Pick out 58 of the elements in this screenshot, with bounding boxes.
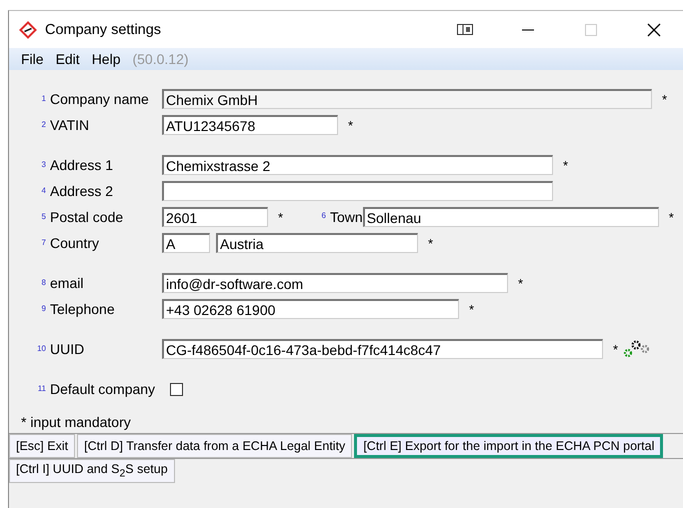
maximize-icon	[584, 24, 596, 36]
field-number: 1	[40, 94, 46, 103]
field-label: Address 1	[50, 157, 114, 173]
input-field[interactable]: Chemixstrasse 2	[162, 155, 553, 175]
close-icon[interactable]	[646, 22, 660, 36]
field-label: UUID	[50, 341, 84, 357]
input-field[interactable]: Austria	[216, 233, 418, 253]
mandatory-mark: *	[428, 236, 434, 250]
mandatory-mark: *	[348, 118, 354, 132]
minimize-icon[interactable]	[522, 28, 534, 30]
mandatory-note: * input mandatory	[20, 414, 132, 430]
field-label: Address 2	[50, 183, 114, 199]
snap-icon[interactable]	[456, 24, 472, 35]
field-label: Company name	[50, 91, 149, 107]
menu-item[interactable]: File	[15, 51, 50, 67]
field-number: 4	[40, 186, 46, 195]
input-field[interactable]: CG-f486504f-0c16-473a-bebd-f7fc414c8c47	[162, 339, 603, 359]
field-number: 9	[40, 304, 46, 313]
field-label: VATIN	[50, 117, 90, 133]
field-number: 3	[40, 160, 46, 169]
mandatory-mark: *	[662, 92, 668, 106]
input-field[interactable]: 2601	[162, 207, 268, 227]
input-field[interactable]: Sollenau	[362, 207, 659, 227]
field-label: Postal code	[50, 209, 124, 225]
shortcut-button[interactable]: [Ctrl E] Export for the import in the ECHA PCN portal	[354, 434, 664, 458]
mandatory-mark: *	[469, 302, 476, 316]
checkbox[interactable]	[170, 382, 183, 396]
field-label: Default company	[50, 381, 156, 397]
shortcut-button[interactable]: [Ctrl D] Transfer data from a ECHA Legal Entity	[77, 434, 352, 458]
app-logo-icon	[19, 20, 37, 38]
mandatory-mark: *	[518, 276, 524, 290]
input-field[interactable]: A	[162, 233, 210, 253]
menu-item[interactable]: Help	[86, 51, 126, 67]
window-title: Company settings	[45, 22, 162, 38]
input-field[interactable]: ATU12345678	[162, 115, 338, 135]
mandatory-mark: *	[668, 210, 675, 224]
field-number: 11	[36, 384, 46, 393]
field-label: Telephone	[50, 301, 115, 317]
field-label: Town	[330, 209, 363, 225]
input-field[interactable]	[162, 181, 553, 201]
shortcut-button[interactable]: [Esc] Exit	[9, 434, 76, 458]
field-number: 8	[40, 278, 46, 287]
field-number: 5	[40, 212, 46, 221]
field-label: Country	[50, 235, 100, 251]
shortcut-button[interactable]: [Ctrl I] UUID and S$_{2}$S setup	[9, 459, 175, 483]
input-field[interactable]: info@dr-software.com	[162, 273, 508, 293]
field-number: 2	[40, 120, 46, 129]
field-label: email	[50, 275, 84, 291]
field-number: 6	[320, 211, 326, 220]
mandatory-mark: *	[563, 158, 570, 172]
input-field[interactable]: Chemix GmbH	[162, 89, 652, 109]
version-label: (50.0.12)	[131, 51, 189, 67]
field-number: 7	[40, 238, 46, 247]
menu-item[interactable]: Edit	[50, 51, 86, 67]
mandatory-mark: *	[278, 210, 284, 224]
field-number: 10	[36, 344, 46, 353]
input-field[interactable]: +43 02628 61900	[162, 299, 459, 319]
mandatory-mark: *	[613, 342, 620, 356]
